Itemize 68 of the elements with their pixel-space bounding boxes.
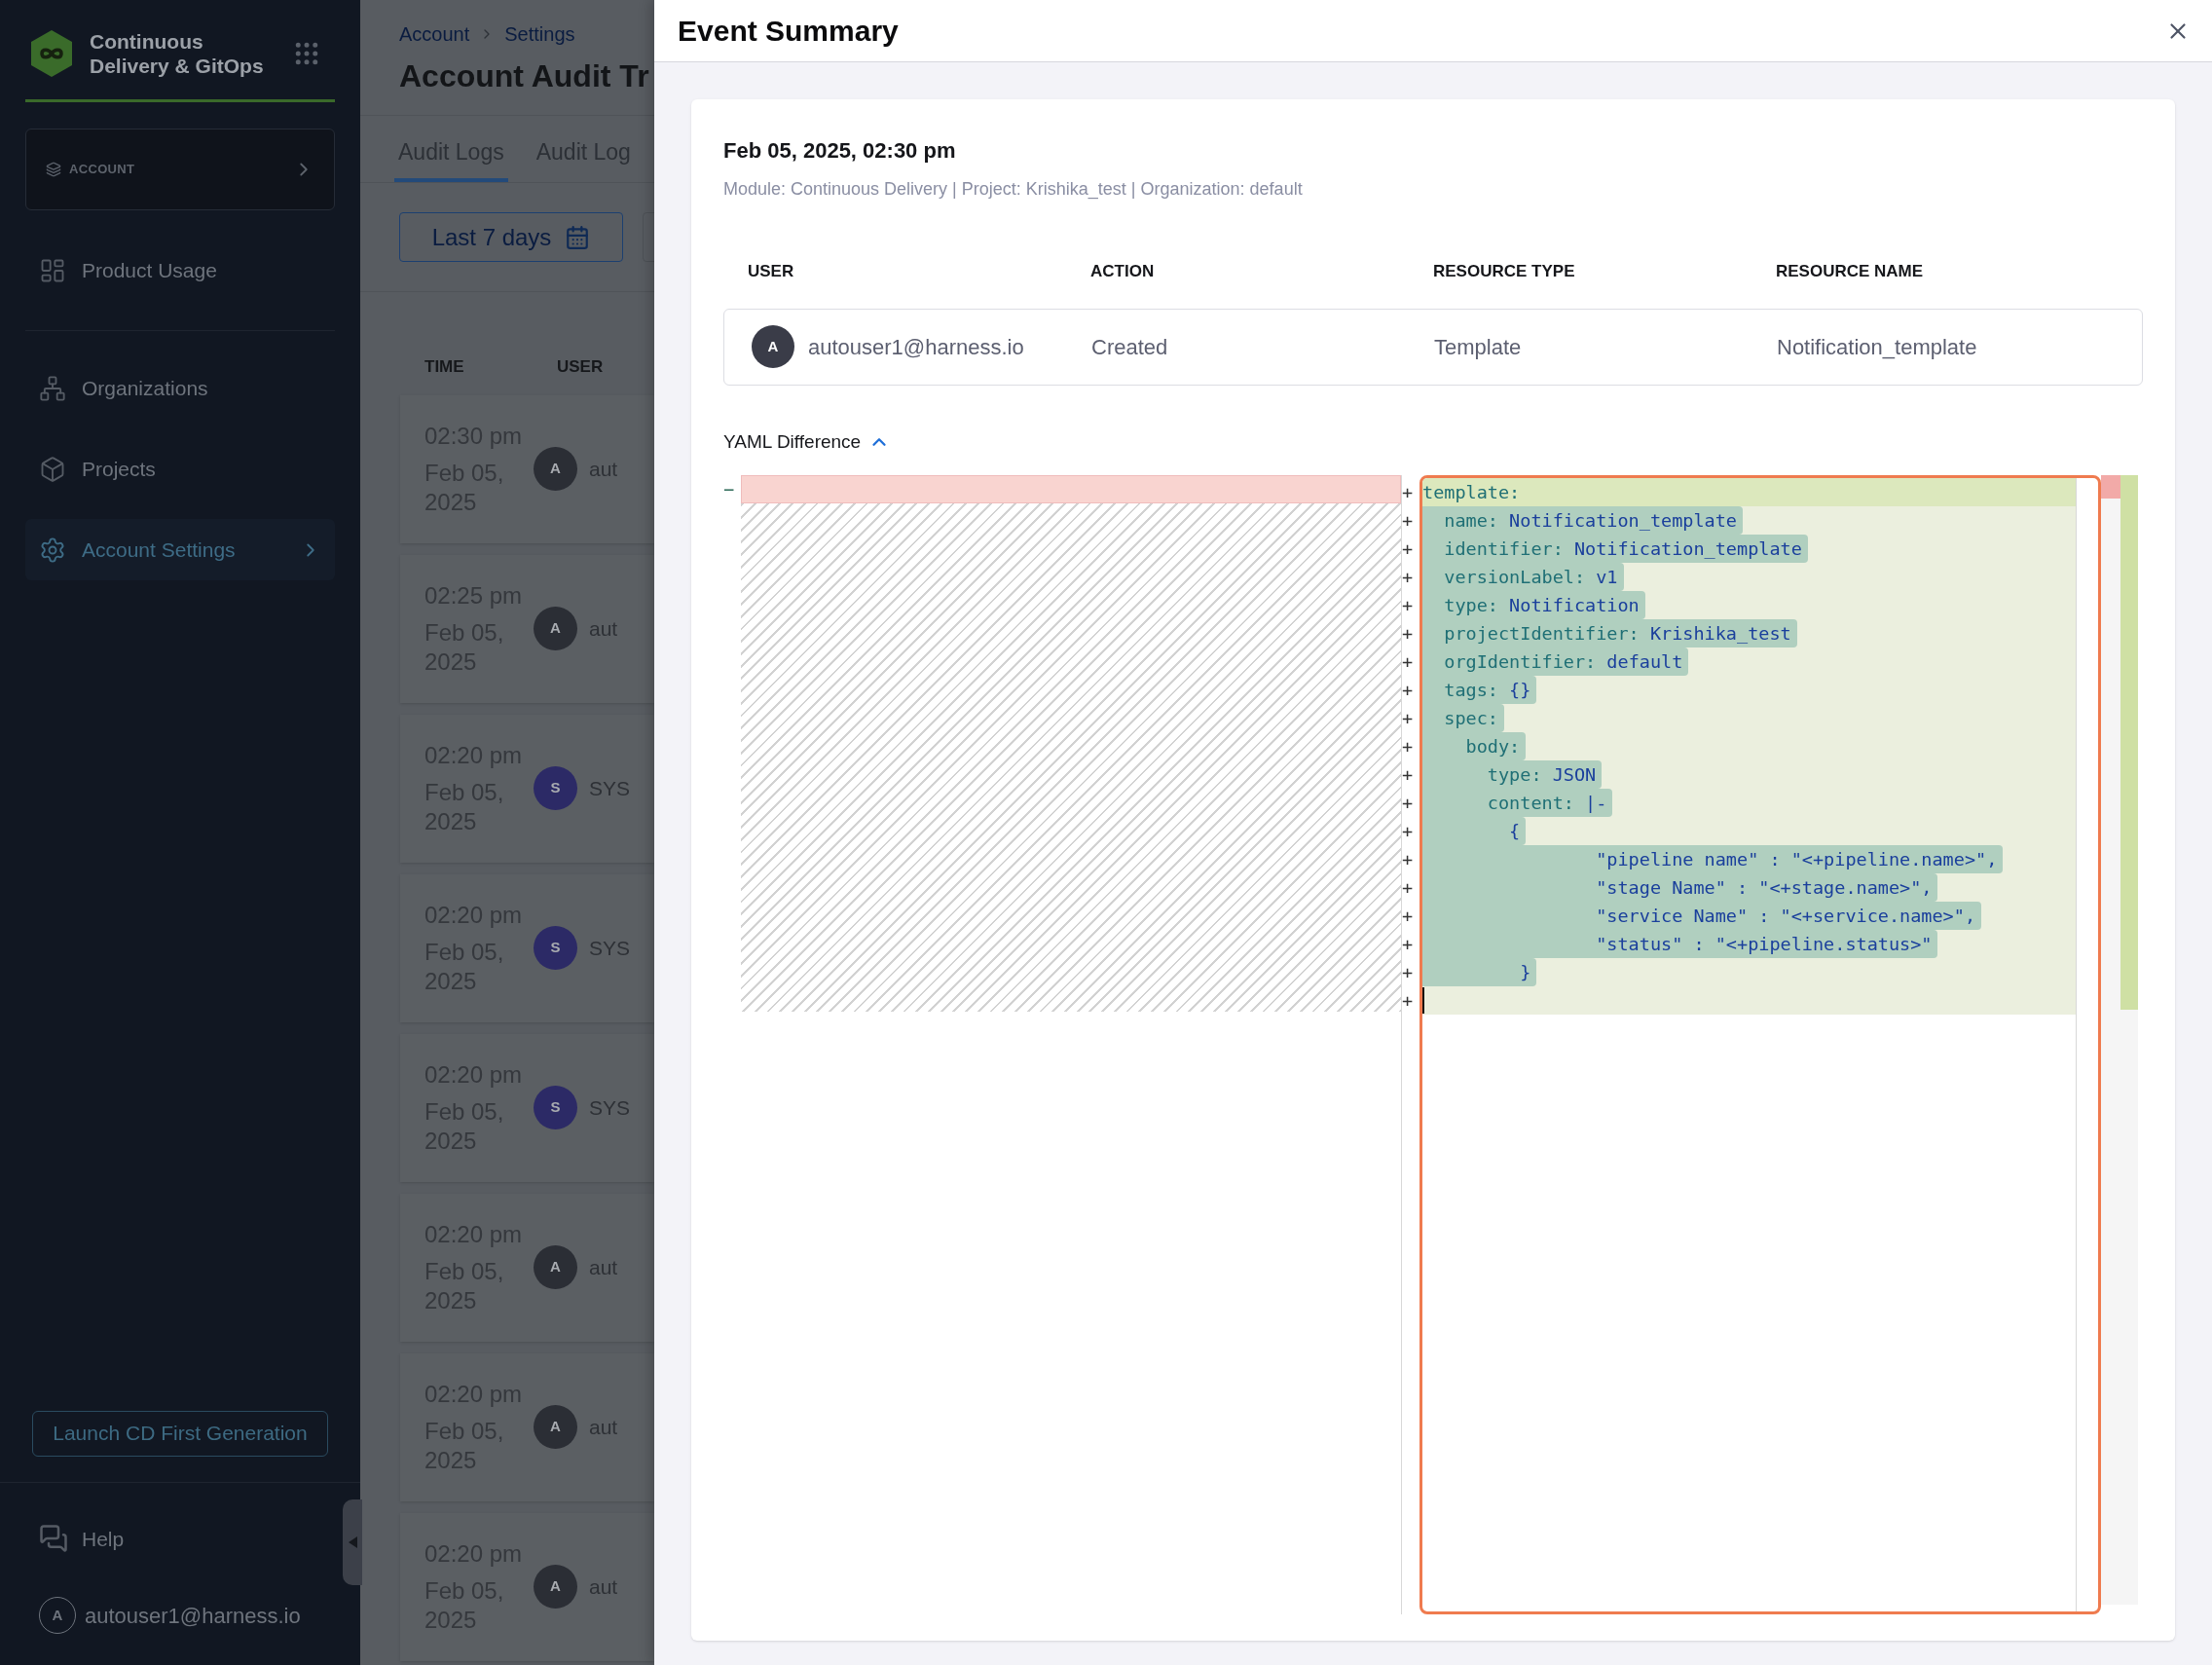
- nav-item[interactable]: Account Settings: [25, 519, 335, 580]
- event-timestamp: Feb 05, 2025, 02:30 pm: [723, 137, 957, 165]
- code-editor[interactable]: [1419, 475, 2101, 1614]
- logo-icon: [29, 29, 74, 78]
- help-link[interactable]: Help: [39, 1523, 321, 1554]
- diff-marker: +: [1402, 735, 1415, 758]
- calendar-icon: [565, 224, 591, 250]
- diff-marker: +: [1402, 820, 1415, 843]
- page-title: Account Audit Tr: [399, 57, 650, 95]
- column-header: RESOURCE TYPE: [1433, 261, 1576, 282]
- user-avatar: S: [534, 926, 577, 970]
- user-avatar: A: [534, 1565, 577, 1609]
- product-title: Continuous Delivery & GitOps: [90, 29, 265, 78]
- scope-selector[interactable]: ACCOUNT: [25, 129, 335, 210]
- diff-marker: +: [1402, 650, 1415, 674]
- column-header: RESOURCE NAME: [1776, 261, 1925, 282]
- breadcrumb-link[interactable]: Account: [399, 19, 470, 49]
- diff-marker: +: [1402, 481, 1415, 504]
- column-header: USER: [748, 261, 795, 282]
- section-toggle[interactable]: YAML Difference: [723, 427, 891, 456]
- collapse-handle[interactable]: [343, 1499, 362, 1585]
- help-chat-icon: [39, 1524, 68, 1554]
- event-context: Module: Continuous Delivery | Project: Krishika_test | Organization: default: [723, 178, 1304, 202]
- column-header: TIME: [424, 356, 465, 378]
- table-cell-text: Created: [1091, 333, 1169, 361]
- diff-marker: +: [1402, 933, 1415, 956]
- user-avatar: A: [534, 447, 577, 491]
- column-header: USER: [557, 356, 604, 378]
- diff-marker: +: [1402, 537, 1415, 561]
- diff-marker: +: [1402, 707, 1415, 730]
- nav-item[interactable]: Product Usage: [25, 240, 335, 301]
- hierarchy-icon: [39, 374, 66, 402]
- user-email: autouser1@harness.io: [808, 333, 1024, 361]
- table-cell-text: Template: [1434, 333, 1523, 361]
- diff-marker: −: [723, 478, 736, 501]
- diff-marker: +: [1402, 989, 1415, 1013]
- diff-marker: +: [1402, 763, 1415, 787]
- user-avatar: A: [534, 607, 577, 650]
- user-avatar: S: [534, 1086, 577, 1129]
- layers-icon: [46, 162, 61, 177]
- diff-marker: +: [1402, 594, 1415, 617]
- user-avatar: A: [534, 1245, 577, 1289]
- diff-marker: +: [1402, 566, 1415, 589]
- diff-marker: +: [1402, 509, 1415, 533]
- column-header: ACTION: [1090, 261, 1156, 282]
- code-line: template:: [1422, 481, 1522, 504]
- nav-item[interactable]: Projects: [25, 438, 335, 500]
- diff-marker: +: [1402, 848, 1415, 871]
- diff-marker: +: [1402, 679, 1415, 702]
- diff-marker: +: [1402, 961, 1415, 984]
- drawer-title: Event Summary: [678, 14, 899, 49]
- breadcrumb-link[interactable]: Settings: [504, 19, 575, 49]
- user-avatar: S: [534, 766, 577, 810]
- date-filter-button[interactable]: Last 7 days: [399, 212, 623, 262]
- diff-marker: +: [1402, 876, 1415, 900]
- diff-marker: +: [1402, 792, 1415, 815]
- collapse-arrow-icon: [348, 1536, 357, 1548]
- diff-marker: +: [1402, 905, 1415, 928]
- cube-icon: [39, 455, 66, 483]
- user-avatar: A: [534, 1405, 577, 1449]
- user-avatar: A: [752, 325, 794, 368]
- diff-marker: +: [1402, 622, 1415, 646]
- launch-button[interactable]: Launch CD First Generation: [32, 1410, 328, 1457]
- nav-item[interactable]: Organizations: [25, 357, 335, 419]
- gear-icon: [39, 536, 66, 564]
- user-menu[interactable]: A autouser1@harness.io: [39, 1597, 321, 1634]
- overview-removed-mark: [2101, 475, 2120, 499]
- table-cell-text: Notification_template: [1777, 333, 1978, 361]
